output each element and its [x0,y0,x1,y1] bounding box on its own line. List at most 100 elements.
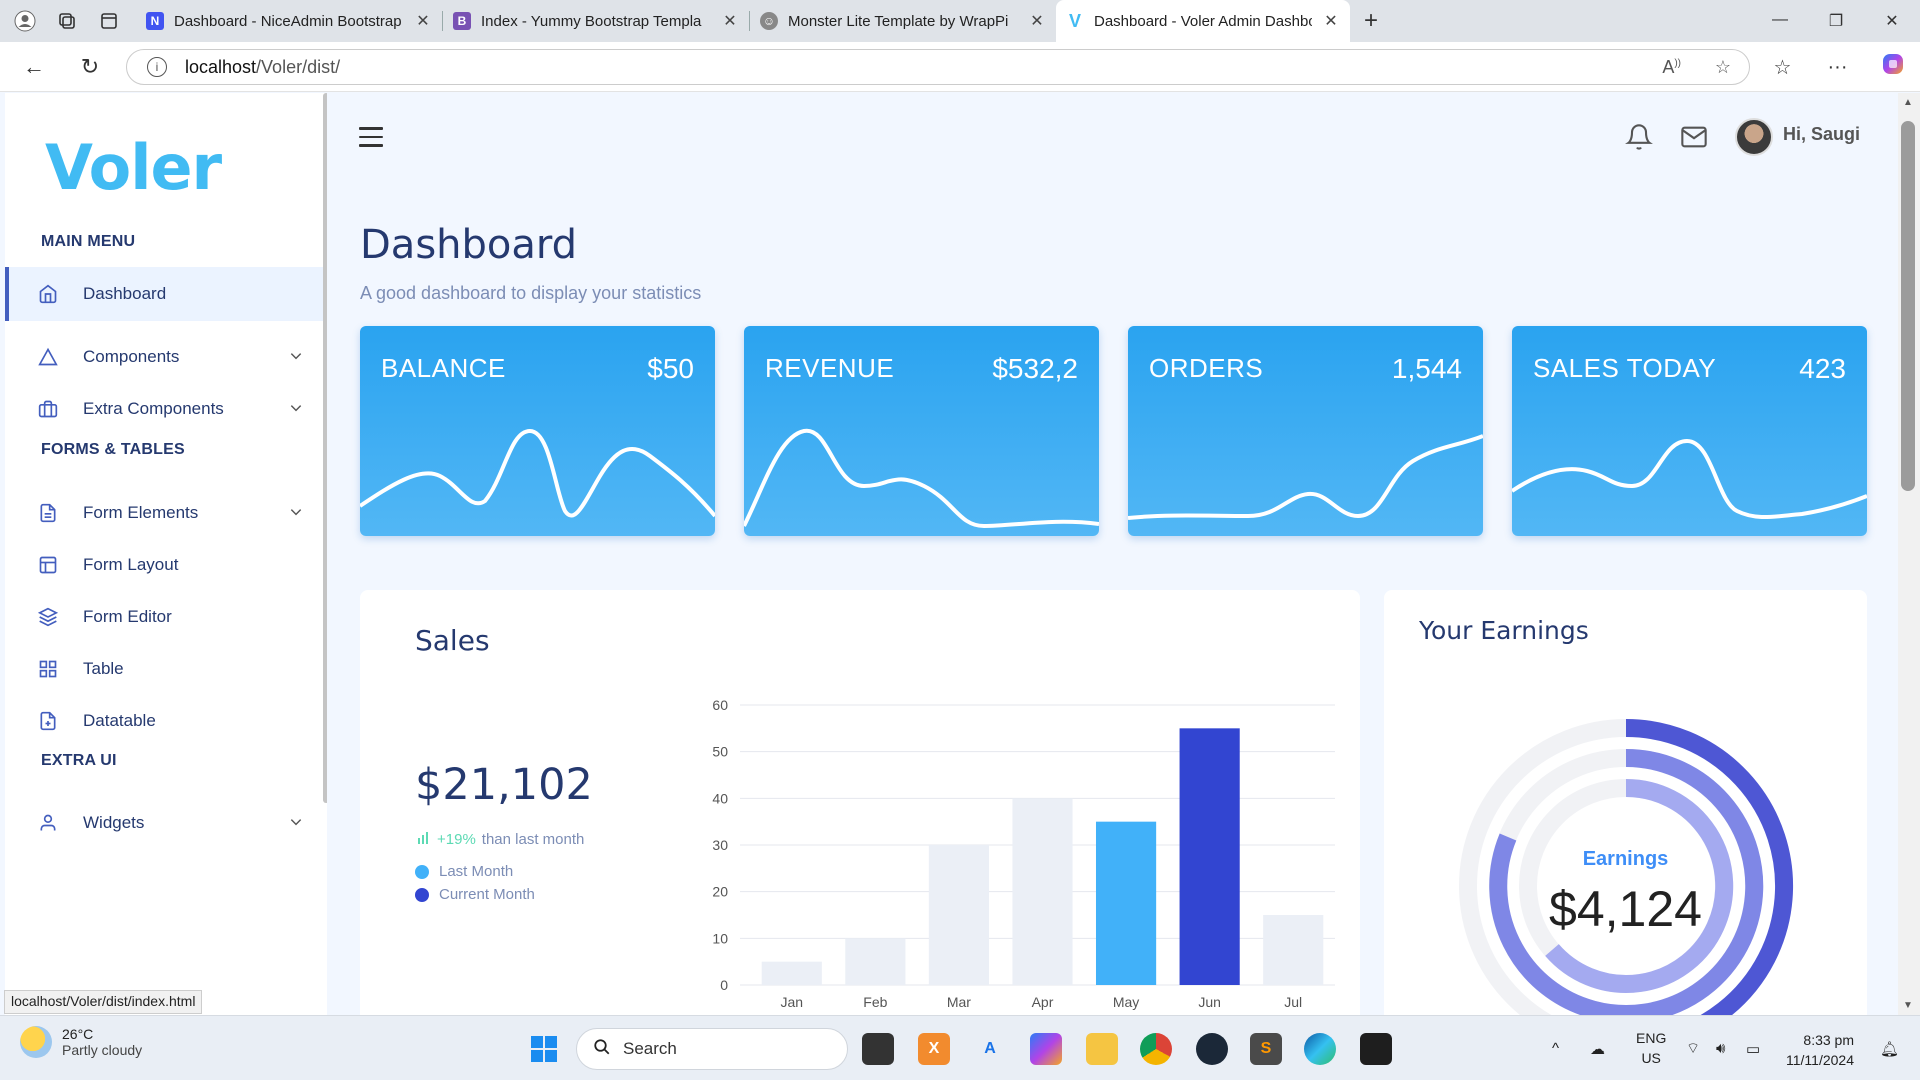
y-tick-label: 60 [712,697,728,713]
clock[interactable]: 8:33 pm 11/11/2024 [1786,1030,1854,1070]
sidebar-item-form-elements[interactable]: Form Elements [5,486,327,540]
sidebar-item-table[interactable]: Table [5,642,327,696]
favorite-star-icon[interactable]: ☆ [1715,57,1731,78]
clock-time: 8:33 pm [1803,1032,1854,1048]
y-tick-label: 0 [720,977,728,993]
layout-icon [37,554,59,576]
language-indicator[interactable]: ENG US [1636,1028,1666,1068]
site-info-icon[interactable]: i [147,57,167,77]
notification-bell-icon[interactable]: 🔔︎ [1880,1016,1899,1080]
close-tab-icon[interactable]: ✕ [1028,11,1046,31]
new-tab-icon[interactable]: + [1354,4,1388,38]
sales-amount: $21,102 [415,760,593,810]
sidebar-item-widgets[interactable]: Widgets [5,796,327,850]
stat-card-orders: ORDERS 1,544 [1128,326,1483,536]
sidebar-item-form-editor[interactable]: Form Editor [5,590,327,644]
logo[interactable]: Voler [45,131,222,204]
close-tab-icon[interactable]: ✕ [721,11,739,31]
bar-jul[interactable] [1263,915,1324,985]
taskbar-search[interactable]: Search [576,1028,848,1070]
workspaces-icon[interactable] [50,4,84,38]
close-tab-icon[interactable]: ✕ [1322,11,1340,31]
x-tick-label: Apr [1032,994,1054,1010]
battery-icon[interactable]: ▭ [1746,1016,1760,1080]
sidebar-item-datatable[interactable]: Datatable [5,694,327,748]
steam-icon[interactable] [1196,1033,1228,1065]
bar-may[interactable] [1095,821,1157,985]
menu-toggle-icon[interactable] [359,127,383,153]
stat-label: BALANCE [381,353,506,383]
sidebar-item-label: Form Editor [83,607,172,626]
figma-icon[interactable] [1360,1033,1392,1065]
xampp-icon[interactable]: X [918,1033,950,1065]
mail-icon[interactable] [1679,123,1709,156]
monster-icon: ☺ [760,12,778,30]
y-tick-label: 50 [712,744,728,760]
stat-card-revenue: REVENUE $532,2 [744,326,1099,536]
url-host: localhost [185,56,257,77]
url-field[interactable]: i localhost/Voler/dist/ A)) ☆ [126,49,1750,85]
browser-tab-active[interactable]: V Dashboard - Voler Admin Dashbo ✕ [1056,0,1350,42]
scrollbar-thumb[interactable] [1901,121,1915,491]
y-tick-label: 10 [712,930,728,946]
scroll-up-icon[interactable]: ▲ [1903,97,1913,108]
avatar[interactable] [1735,118,1773,156]
bar-jun[interactable] [1179,728,1240,985]
legend-item: Current Month [415,886,535,903]
bar-feb[interactable] [845,938,906,985]
search-label: Search [623,1039,677,1058]
bar-mar[interactable] [928,845,990,985]
restore-icon[interactable]: ❐ [1808,11,1864,31]
sidebar-item-components[interactable]: Components [5,330,327,384]
bar-apr[interactable] [1012,798,1073,985]
show-hidden-icons[interactable]: ^ [1552,1016,1559,1080]
sidebar-item-form-layout[interactable]: Form Layout [5,538,327,592]
close-window-icon[interactable]: ✕ [1864,11,1920,31]
close-tab-icon[interactable]: ✕ [414,11,432,31]
sidebar-item-extra-components[interactable]: Extra Components [5,382,327,436]
scroll-down-icon[interactable]: ▼ [1903,1000,1913,1011]
triangle-icon [37,346,59,368]
browser-tab-bar: N Dashboard - NiceAdmin Bootstrap ✕ B In… [0,0,1920,42]
tab-actions-icon[interactable] [92,4,126,38]
app-store-icon[interactable]: A [974,1033,1006,1065]
profile-icon[interactable] [8,4,42,38]
clock-date: 11/11/2024 [1786,1052,1854,1068]
browser-tab[interactable]: B Index - Yummy Bootstrap Templa ✕ [443,0,749,42]
browser-tab[interactable]: ☺ Monster Lite Template by WrapPi ✕ [750,0,1056,42]
file-explorer-icon[interactable] [1086,1033,1118,1065]
user-greeting[interactable]: Hi, Saugi [1783,124,1860,145]
sublime-text-icon[interactable]: S [1250,1033,1282,1065]
page-scrollbar[interactable]: ▲ ▼ [1898,93,1920,1015]
stat-sparkline [1512,438,1867,520]
search-icon [593,1038,611,1061]
favorites-icon[interactable]: ☆ [1755,55,1810,80]
copilot-app-icon[interactable] [1030,1033,1062,1065]
sales-card: Sales $21,102 +19% than last month Last … [360,590,1360,1015]
more-menu-icon[interactable]: ··· [1810,56,1865,79]
edge-icon[interactable] [1304,1033,1336,1065]
refresh-icon[interactable]: ↻ [62,54,118,80]
onedrive-icon[interactable]: ☁ [1590,1016,1605,1080]
windows-start-icon[interactable] [528,1033,560,1065]
bar-chart-icon [417,830,431,848]
wifi-icon[interactable]: ⌔ [1686,1016,1700,1080]
task-view-icon[interactable] [862,1033,894,1065]
chrome-icon[interactable] [1140,1033,1172,1065]
minimize-icon[interactable]: — [1752,11,1808,31]
sidebar-item-dashboard[interactable]: Dashboard [5,267,327,321]
bar-jan[interactable] [761,961,822,985]
stat-value: 1,544 [1391,353,1462,384]
sidebar-item-label: Datatable [83,711,156,730]
link-status-url: localhost/Voler/dist/index.html [4,990,203,1014]
read-aloud-icon[interactable]: A)) [1662,57,1681,78]
weather-widget[interactable]: 26°C Partly cloudy [20,1026,142,1058]
region-code: US [1641,1050,1661,1066]
stat-value: 423 [1799,353,1846,384]
volume-icon[interactable]: 🔊︎ [1716,1016,1725,1080]
bell-icon[interactable] [1625,123,1653,156]
copilot-icon[interactable] [1865,51,1920,83]
back-icon[interactable]: ← [6,54,62,80]
browser-tab[interactable]: N Dashboard - NiceAdmin Bootstrap ✕ [136,0,442,42]
file-plus-icon [37,710,59,732]
